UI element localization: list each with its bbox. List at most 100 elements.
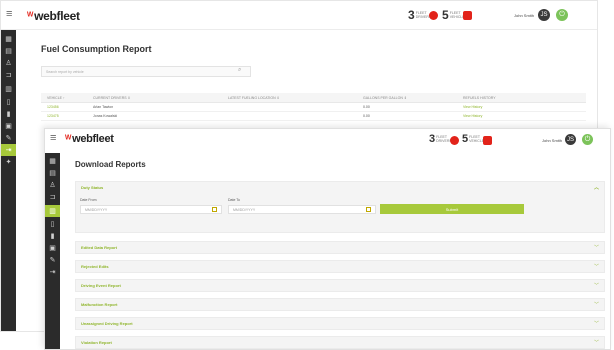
vehicle-link[interactable]: 123456 xyxy=(41,105,93,109)
sidebar: ▦ ▤ ♙ ⊐ ▥ ▯ ▮ ▣ ✎ ⇥ xyxy=(45,153,60,349)
table-header: VEHICLE ↑ CURRENT DRIVERS ⇕ LATEST FUELI… xyxy=(41,93,586,103)
duty-status-header[interactable]: Duty Status ︿ xyxy=(76,182,604,193)
calendar-icon[interactable] xyxy=(212,207,217,212)
brand-name: webfleet xyxy=(34,9,80,23)
sidebar-item-files[interactable]: ▯ xyxy=(45,218,60,230)
drivers-label: FLEET DRIVERS xyxy=(436,135,452,143)
sidebar-item-vehicles[interactable]: ⊐ xyxy=(45,191,60,203)
drivers-label: FLEET DRIVERS xyxy=(415,11,432,19)
vehicle-status-icon[interactable] xyxy=(483,136,492,145)
vehicles-label: FLEET VEHICLES xyxy=(469,135,487,143)
date-to-label: Date To xyxy=(228,198,240,202)
vehicles-count: 5 xyxy=(442,8,449,22)
sidebar-item-fuel[interactable]: ▮ xyxy=(45,230,60,242)
logout-icon[interactable]: ⏻ xyxy=(582,134,593,145)
chevron-down-icon[interactable]: ﹀ xyxy=(594,339,599,346)
sidebar-item-documents[interactable]: ▣ xyxy=(45,242,60,254)
drivers-count: 3 xyxy=(429,133,436,145)
report-row-driving-event[interactable]: Driving Event Report ﹀ xyxy=(75,279,605,292)
report-row-edited-data[interactable]: Edited Data Report ﹀ xyxy=(75,241,605,254)
avatar[interactable]: JS xyxy=(538,9,550,21)
sidebar-item-drivers[interactable]: ♙ xyxy=(45,179,60,191)
duty-status-panel: Duty Status ︿ Date From MM/DD/YYYY Date … xyxy=(75,181,605,233)
sidebar-item-files[interactable]: ▯ xyxy=(1,96,16,108)
vehicles-label: FLEET VEHICLES xyxy=(449,11,467,19)
sidebar-item-maintenance[interactable]: ✦ xyxy=(1,156,16,168)
report-label: Violation Report xyxy=(81,340,112,345)
vehicles-count: 5 xyxy=(462,133,469,145)
date-from-label: Date From xyxy=(80,198,97,202)
sidebar-item-logs[interactable]: ▤ xyxy=(45,167,60,179)
column-header[interactable]: LATEST FUELING LOCATION ⇕ xyxy=(228,96,363,100)
vehicles-stat[interactable]: 5 FLEET VEHICLES xyxy=(442,8,467,22)
logout-icon[interactable]: ⏻ xyxy=(556,9,568,21)
report-row-violation[interactable]: Violation Report ﹀ xyxy=(75,336,605,349)
drivers-stat[interactable]: 3 FLEET DRIVERS xyxy=(429,133,452,145)
report-label: Edited Data Report xyxy=(81,245,118,250)
column-header[interactable]: CURRENT DRIVERS ⇕ xyxy=(93,96,228,100)
gallons-cell: 0.00 xyxy=(363,105,370,109)
avatar[interactable]: JS xyxy=(565,134,576,145)
sidebar-item-drivers[interactable]: ♙ xyxy=(1,57,16,69)
vehicle-status-icon[interactable] xyxy=(463,11,472,20)
report-label: Driving Event Report xyxy=(81,283,121,288)
sidebar-item-fuel[interactable]: ▮ xyxy=(1,108,16,120)
sidebar-item-reports[interactable]: ▥ xyxy=(45,205,60,217)
sidebar-item-fuel-report[interactable]: ⇥ xyxy=(1,144,16,156)
logo-mark-icon: ᵂ xyxy=(65,133,72,145)
logo-mark-icon: ᵂ xyxy=(27,10,34,22)
submit-button[interactable]: Submit xyxy=(380,204,524,214)
search-icon[interactable]: ⌕ xyxy=(238,67,241,74)
chevron-down-icon[interactable]: ﹀ xyxy=(594,282,599,289)
fuel-table: VEHICLE ↑ CURRENT DRIVERS ⇕ LATEST FUELI… xyxy=(41,93,586,121)
report-label: Malfunction Report xyxy=(81,302,118,307)
chevron-down-icon[interactable]: ﹀ xyxy=(594,263,599,270)
sidebar-item-fuel-report[interactable]: ⇥ xyxy=(45,266,60,278)
report-row-rejected-edits[interactable]: Rejected Edits ﹀ xyxy=(75,260,605,273)
driver-status-icon[interactable] xyxy=(429,11,438,20)
driver-cell: Jonas Kowalski xyxy=(93,114,118,118)
report-row-malfunction[interactable]: Malfunction Report ﹀ xyxy=(75,298,605,311)
top-bar: ≡ ᵂ webfleet 3 FLEET DRIVERS 5 FLEET VEH… xyxy=(1,1,597,30)
date-to-field[interactable]: MM/DD/YYYY xyxy=(228,205,376,214)
sidebar: ▦ ▤ ♙ ⊐ ▥ ▯ ▮ ▣ ✎ ⇥ ✦ xyxy=(1,30,16,331)
download-reports-window: ≡ ᵂ webfleet 3 FLEET DRIVERS 5 FLEET VEH… xyxy=(44,128,611,350)
sidebar-item-dashboard[interactable]: ▦ xyxy=(1,33,16,45)
vehicle-link[interactable]: 123475 xyxy=(41,114,93,118)
report-row-unassigned-driving[interactable]: Unassigned Driving Report ﹀ xyxy=(75,317,605,330)
column-header[interactable]: GALLONS PER GALLON ⇕ xyxy=(363,96,463,100)
sidebar-item-charts[interactable]: ▥ xyxy=(1,83,16,95)
sidebar-item-dashboard[interactable]: ▦ xyxy=(45,155,60,167)
user-name[interactable]: John Smith xyxy=(542,138,562,143)
page-title: Fuel Consumption Report xyxy=(41,44,152,54)
report-label: Unassigned Driving Report xyxy=(81,321,133,326)
chevron-down-icon[interactable]: ﹀ xyxy=(594,301,599,308)
sidebar-item-edit[interactable]: ✎ xyxy=(45,254,60,266)
hamburger-menu-icon[interactable]: ≡ xyxy=(6,8,12,20)
drivers-stat[interactable]: 3 FLEET DRIVERS xyxy=(408,8,432,22)
sidebar-item-vehicles[interactable]: ⊐ xyxy=(1,69,16,81)
search-input[interactable]: Search report by vehicle xyxy=(41,66,251,77)
duty-status-body: Date From MM/DD/YYYY Date To MM/DD/YYYY … xyxy=(76,194,604,218)
chevron-up-icon[interactable]: ︿ xyxy=(594,184,599,191)
sidebar-item-logs[interactable]: ▤ xyxy=(1,45,16,57)
drivers-count: 3 xyxy=(408,8,415,22)
sidebar-item-reports[interactable]: ▣ xyxy=(1,120,16,132)
calendar-icon[interactable] xyxy=(366,207,371,212)
gallons-cell: 0.00 xyxy=(363,114,370,118)
webfleet-logo[interactable]: ᵂ webfleet xyxy=(65,133,114,145)
vehicles-stat[interactable]: 5 FLEET VEHICLES xyxy=(462,133,487,145)
chevron-down-icon[interactable]: ﹀ xyxy=(594,320,599,327)
user-name[interactable]: John Smith xyxy=(514,13,534,18)
column-header[interactable]: VEHICLE ↑ xyxy=(41,96,93,100)
driver-status-icon[interactable] xyxy=(450,136,459,145)
history-link[interactable]: View History xyxy=(463,114,563,118)
hamburger-menu-icon[interactable]: ≡ xyxy=(50,132,56,144)
date-from-field[interactable]: MM/DD/YYYY xyxy=(80,205,222,214)
page-title: Download Reports xyxy=(75,160,146,169)
chevron-down-icon[interactable]: ﹀ xyxy=(594,244,599,251)
sidebar-item-edit[interactable]: ✎ xyxy=(1,132,16,144)
webfleet-logo[interactable]: ᵂ webfleet xyxy=(27,9,80,23)
table-row: 123475 Jonas Kowalski 0.00 View History xyxy=(41,112,586,121)
history-link[interactable]: View History xyxy=(463,105,563,109)
